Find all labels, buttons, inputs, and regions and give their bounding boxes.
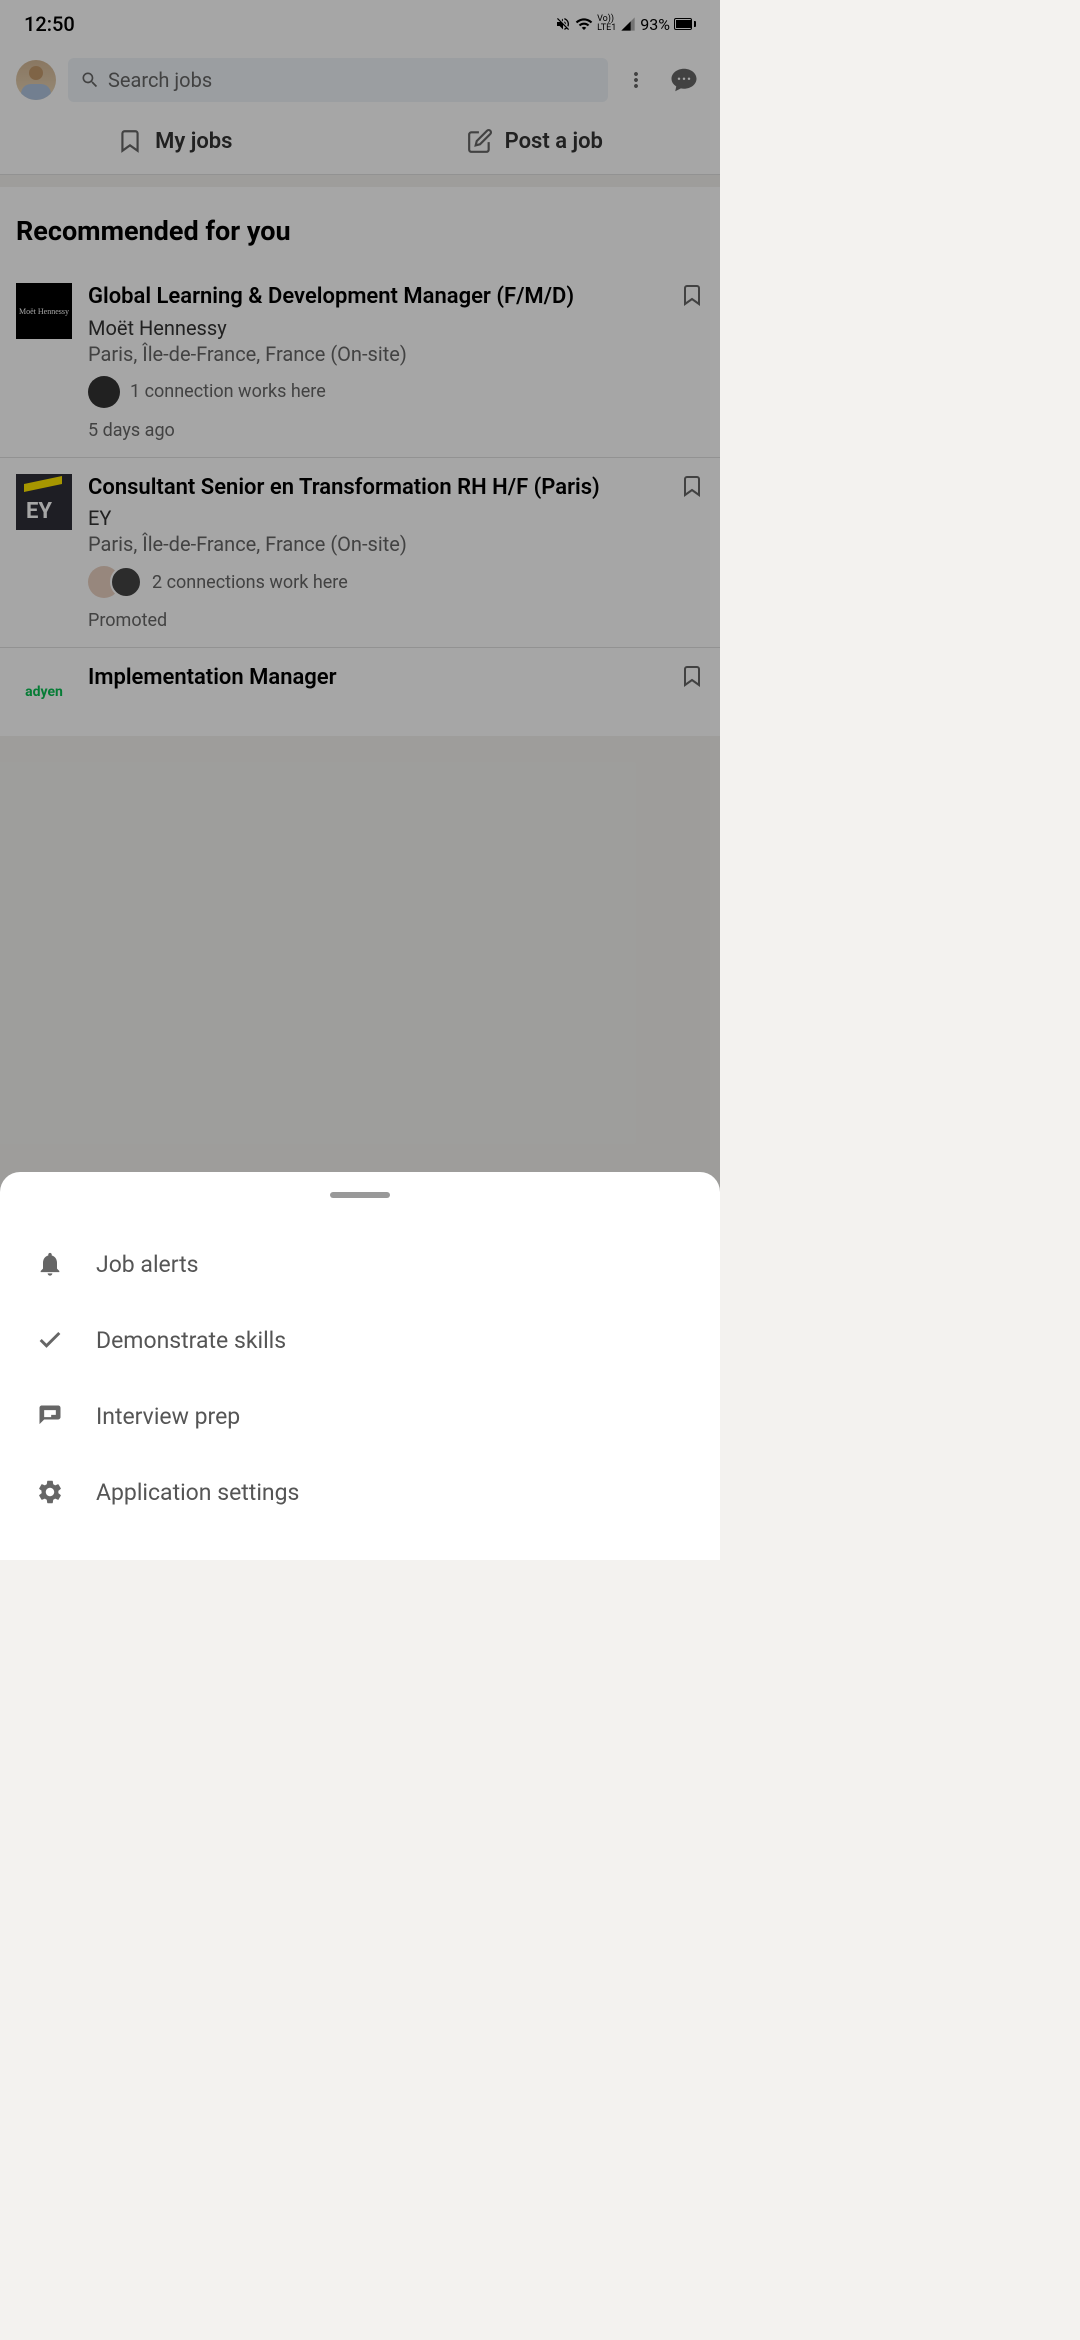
check-icon <box>36 1326 64 1354</box>
sheet-item-application-settings[interactable]: Application settings <box>0 1454 720 1530</box>
drag-handle[interactable] <box>330 1192 390 1198</box>
gear-icon <box>36 1478 64 1506</box>
bell-icon <box>36 1250 64 1278</box>
bottom-sheet: Job alerts Demonstrate skills Interview … <box>0 1172 720 1560</box>
note-icon <box>36 1402 64 1430</box>
sheet-item-label: Interview prep <box>96 1403 240 1430</box>
sheet-item-job-alerts[interactable]: Job alerts <box>0 1226 720 1302</box>
sheet-item-interview-prep[interactable]: Interview prep <box>0 1378 720 1454</box>
sheet-item-label: Application settings <box>96 1479 299 1506</box>
sheet-item-demonstrate-skills[interactable]: Demonstrate skills <box>0 1302 720 1378</box>
sheet-item-label: Demonstrate skills <box>96 1327 286 1354</box>
sheet-item-label: Job alerts <box>96 1251 198 1278</box>
